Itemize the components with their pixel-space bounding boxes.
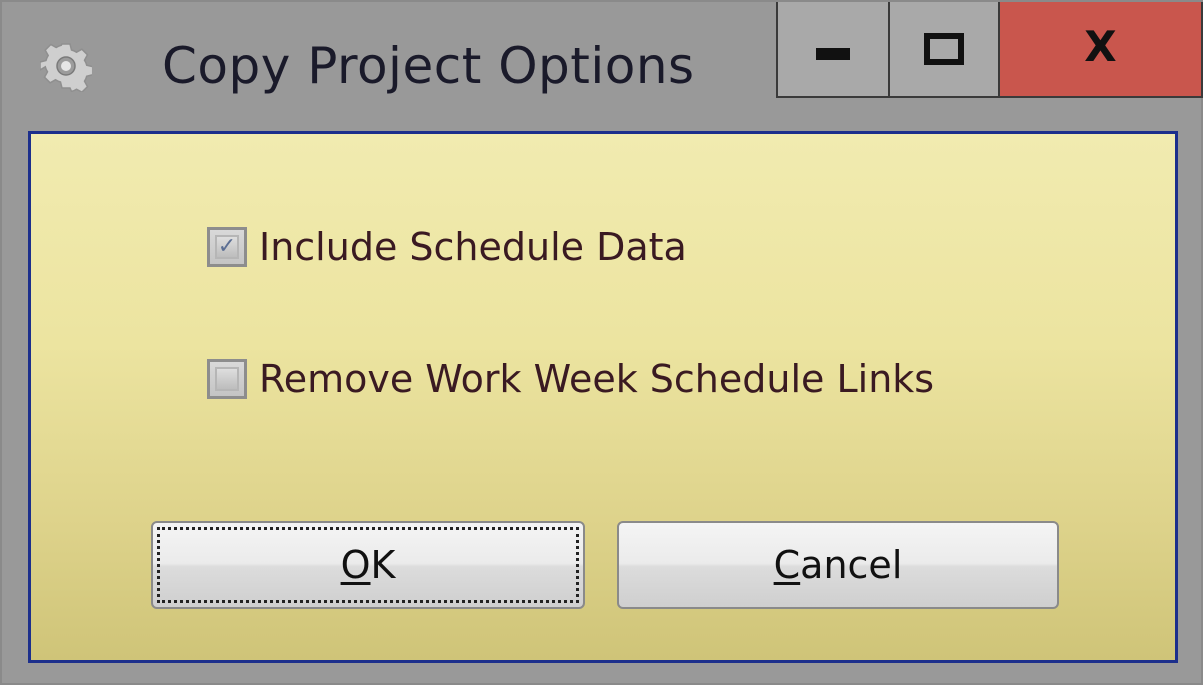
- cancel-button-label: Cancel: [773, 543, 903, 587]
- window-title: Copy Project Options: [162, 37, 695, 95]
- minimize-button[interactable]: [776, 2, 888, 98]
- close-button[interactable]: X: [998, 2, 1203, 98]
- title-bar[interactable]: Copy Project Options X: [2, 2, 1203, 130]
- caption-buttons: X: [776, 2, 1203, 98]
- dialog-window: Copy Project Options X ✓ Include Schedul…: [0, 0, 1203, 685]
- ok-button-label: OK: [340, 543, 396, 587]
- option-include-schedule-data[interactable]: ✓ Include Schedule Data: [207, 224, 687, 270]
- checkbox-empty-icon: [215, 367, 239, 391]
- maximize-button[interactable]: [888, 2, 998, 98]
- ok-button[interactable]: OK: [151, 521, 585, 609]
- include-schedule-data-label[interactable]: Include Schedule Data: [259, 224, 687, 270]
- cancel-button[interactable]: Cancel: [617, 521, 1059, 609]
- checkmark-icon: ✓: [215, 235, 239, 259]
- dialog-content: ✓ Include Schedule Data Remove Work Week…: [28, 131, 1178, 663]
- remove-work-week-links-label[interactable]: Remove Work Week Schedule Links: [259, 356, 934, 402]
- close-icon: X: [1084, 22, 1117, 71]
- maximize-icon: [924, 33, 964, 65]
- include-schedule-data-checkbox[interactable]: ✓: [207, 227, 247, 267]
- gear-icon: [39, 40, 94, 94]
- option-remove-work-week-links[interactable]: Remove Work Week Schedule Links: [207, 356, 934, 402]
- remove-work-week-links-checkbox[interactable]: [207, 359, 247, 399]
- minimize-icon: [816, 48, 850, 60]
